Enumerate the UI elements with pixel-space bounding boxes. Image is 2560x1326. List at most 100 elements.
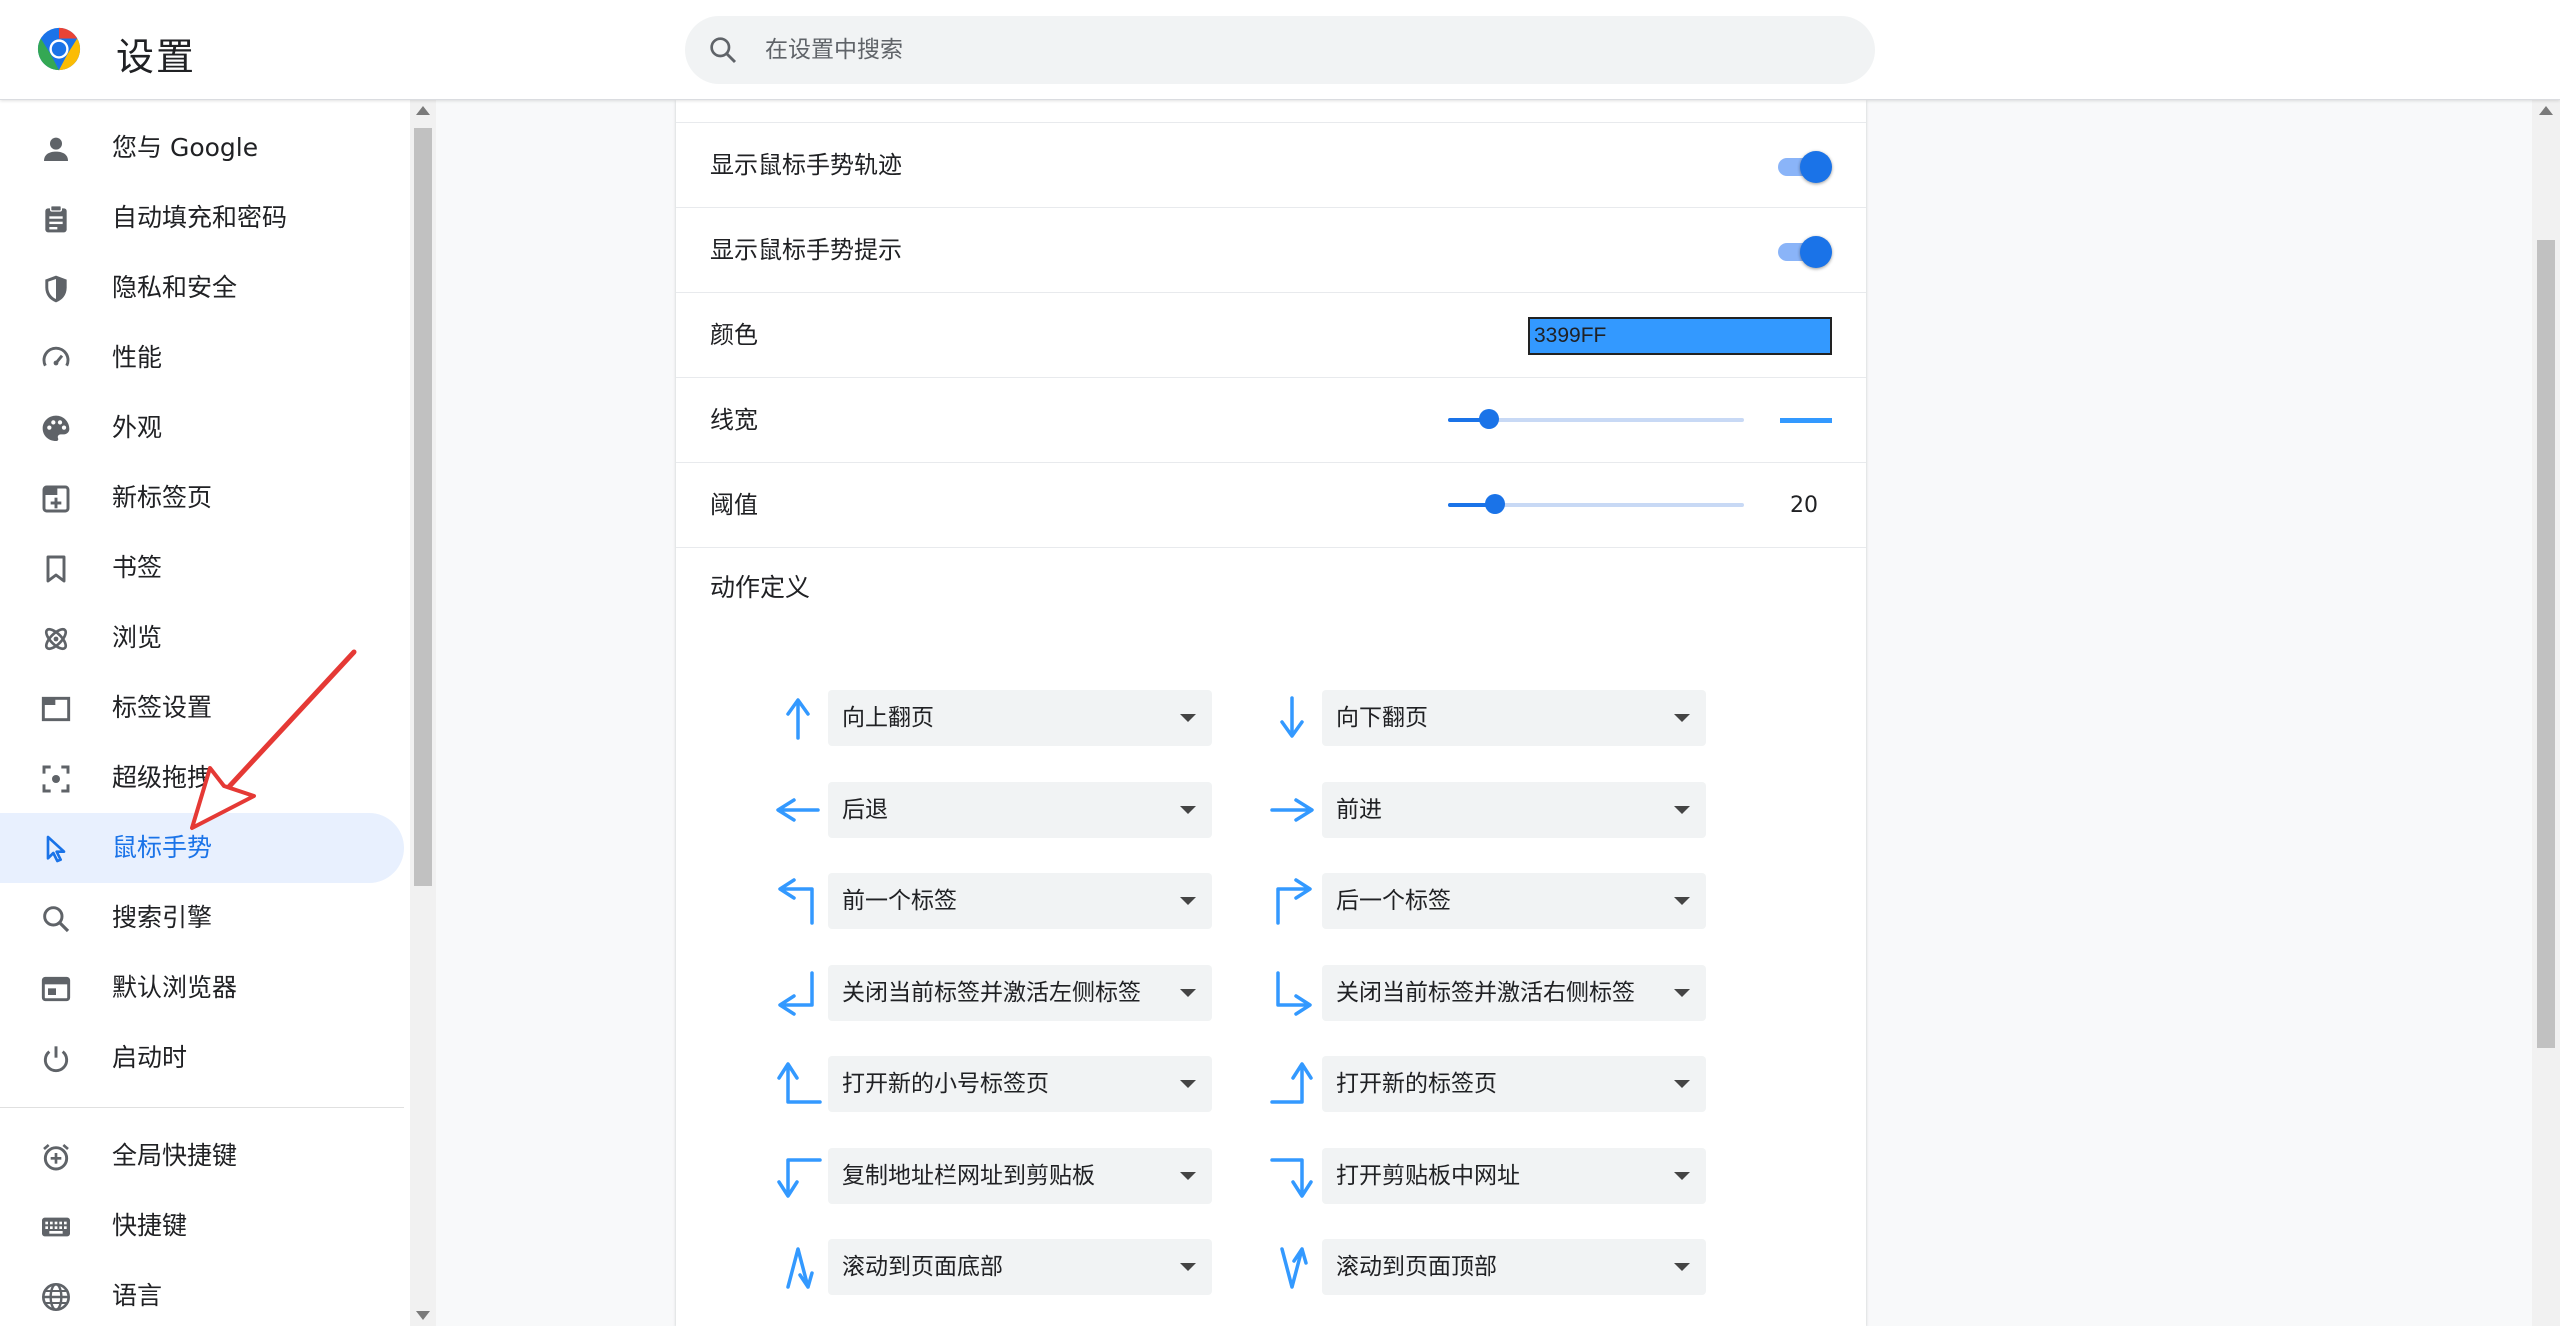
- show-hint-toggle[interactable]: [1778, 236, 1832, 268]
- sidebar-scrollbar[interactable]: [410, 100, 436, 1326]
- gesture-row: 后一个标签: [1266, 873, 1706, 929]
- show-trail-toggle[interactable]: [1778, 151, 1832, 183]
- person-icon: [44, 137, 68, 161]
- gesture-action-label: 向上翻页: [842, 705, 934, 731]
- sidebar-item-autofill[interactable]: 自动填充和密码: [0, 183, 404, 253]
- gesture-action-label: 打开新的小号标签页: [842, 1071, 1049, 1097]
- search-input[interactable]: [765, 16, 1845, 84]
- search-icon: [43, 906, 70, 933]
- sidebar-item-languages[interactable]: 语言: [0, 1261, 404, 1326]
- search-icon: [710, 37, 737, 64]
- slider-knob[interactable]: [1479, 409, 1500, 429]
- chevron-down-icon: [1674, 1263, 1690, 1271]
- sidebar-item-default-browser[interactable]: 默认浏览器: [0, 953, 404, 1023]
- threshold-slider[interactable]: [1448, 494, 1744, 514]
- scroll-up-arrow-icon[interactable]: [416, 106, 430, 115]
- gesture-action-select[interactable]: 打开新的标签页: [1322, 1056, 1706, 1112]
- gesture-action-select[interactable]: 关闭当前标签并激活右侧标签: [1322, 964, 1706, 1021]
- sidebar-item-search-engine[interactable]: 搜索引擎: [0, 883, 404, 953]
- bookmark-icon: [46, 555, 66, 583]
- gesture-row: 打开剪贴板中网址: [1266, 1147, 1706, 1204]
- gesture-action-label: 后一个标签: [1336, 888, 1451, 914]
- chevron-down-icon: [1674, 714, 1690, 722]
- color-label: 颜色: [710, 321, 758, 349]
- page-scrollbar[interactable]: [2532, 100, 2560, 1326]
- sidebar-item-privacy[interactable]: 隐私和安全: [0, 253, 404, 323]
- row-divider: [676, 547, 1866, 548]
- gesture-action-label: 关闭当前标签并激活右侧标签: [1336, 979, 1635, 1006]
- sidebar-scrollbar-thumb[interactable]: [414, 128, 432, 886]
- gesture-action-select[interactable]: 向下翻页: [1322, 690, 1706, 746]
- sidebar-item-label: 搜索引擎: [112, 903, 213, 932]
- mouse-gesture-settings-card: 显示鼠标手势轨迹 显示鼠标手势提示 颜色 3399FF 线宽 阈值 20 动作定…: [676, 100, 1866, 1326]
- alarm-icon: [43, 1143, 69, 1171]
- gesture-action-select[interactable]: 复制地址栏网址到剪贴板: [828, 1147, 1212, 1204]
- right-down-corner-arrow-icon: [777, 1157, 822, 1198]
- gesture-row: 复制地址栏网址到剪贴板: [772, 1147, 1212, 1204]
- gesture-action-select[interactable]: 打开新的小号标签页: [828, 1056, 1212, 1112]
- gesture-row: 打开新的小号标签页: [772, 1056, 1212, 1112]
- gesture-row: 后退: [772, 781, 1212, 838]
- sidebar-item-label: 隐私和安全: [112, 273, 238, 302]
- show-hint-label: 显示鼠标手势提示: [710, 236, 902, 264]
- page-title: 设置: [116, 35, 197, 79]
- red-annotation-arrow-icon: [190, 649, 357, 830]
- clipboard-icon: [45, 205, 67, 233]
- gesture-action-select[interactable]: 后一个标签: [1322, 873, 1706, 929]
- up-left-corner-arrow-icon: [778, 878, 814, 925]
- sidebar-item-you-and-google[interactable]: 您与 Google: [0, 113, 404, 183]
- show-hint-row: 显示鼠标手势提示: [676, 207, 1866, 292]
- actions-section-title: 动作定义: [710, 573, 811, 602]
- scroll-down-arrow-icon[interactable]: [416, 1311, 430, 1320]
- left-up-corner-arrow-icon: [777, 1062, 822, 1104]
- gesture-row: 前进: [1266, 781, 1706, 838]
- color-input[interactable]: 3399FF: [1528, 317, 1832, 355]
- gesture-action-label: 复制地址栏网址到剪贴板: [842, 1162, 1095, 1189]
- sidebar-item-shortcuts[interactable]: 快捷键: [0, 1191, 404, 1261]
- cursor-icon: [46, 835, 66, 863]
- sidebar-item-new-tab[interactable]: 新标签页: [0, 463, 404, 533]
- toggle-knob: [1800, 151, 1832, 183]
- scroll-up-arrow-icon[interactable]: [2539, 106, 2553, 115]
- line-width-row: 线宽: [676, 377, 1866, 462]
- chevron-down-icon: [1180, 1263, 1196, 1271]
- search-bar[interactable]: [685, 16, 1875, 84]
- gesture-action-select[interactable]: 滚动到页面顶部: [1322, 1239, 1706, 1295]
- sidebar-item-appearance[interactable]: 外观: [0, 393, 404, 463]
- browser-logo-icon: [37, 27, 81, 71]
- chevron-down-icon: [1180, 805, 1196, 814]
- left-arrow-icon: [776, 797, 820, 822]
- page-scrollbar-thumb[interactable]: [2537, 240, 2555, 1048]
- slider-knob[interactable]: [1485, 494, 1506, 514]
- line-width-slider[interactable]: [1448, 409, 1744, 429]
- gesture-action-select[interactable]: 向上翻页: [828, 690, 1212, 746]
- sidebar-item-label: 浏览: [112, 623, 163, 652]
- sidebar-item-bookmarks[interactable]: 书签: [0, 533, 404, 603]
- down-right-corner-arrow-icon: [1276, 970, 1312, 1016]
- up-arrow-icon: [786, 698, 810, 740]
- gesture-action-label: 滚动到页面顶部: [1336, 1254, 1497, 1280]
- gesture-action-select[interactable]: 前一个标签: [828, 873, 1212, 929]
- gesture-row: 打开新的标签页: [1266, 1056, 1706, 1112]
- sidebar-item-label: 您与 Google: [112, 133, 259, 162]
- right-up-corner-arrow-icon: [1270, 1062, 1313, 1104]
- sidebar-item-performance[interactable]: 性能: [0, 323, 404, 393]
- gesture-action-select[interactable]: 后退: [828, 781, 1212, 838]
- sidebar-item-label: 默认浏览器: [112, 973, 238, 1002]
- gesture-action-select[interactable]: 关闭当前标签并激活左侧标签: [828, 964, 1212, 1021]
- speedometer-icon: [42, 346, 70, 367]
- line-width-label: 线宽: [710, 406, 758, 434]
- gesture-action-select[interactable]: 前进: [1322, 781, 1706, 838]
- sidebar-item-global-shortcuts[interactable]: 全局快捷键: [0, 1121, 404, 1191]
- gesture-action-select[interactable]: 滚动到页面底部: [828, 1239, 1212, 1295]
- sidebar-item-on-startup[interactable]: 启动时: [0, 1023, 404, 1093]
- gesture-action-select[interactable]: 打开剪贴板中网址: [1322, 1147, 1706, 1204]
- gesture-row: 滚动到页面顶部: [1266, 1239, 1706, 1295]
- globe-icon: [42, 1283, 70, 1311]
- tab-window-icon: [41, 696, 71, 722]
- gesture-row: 前一个标签: [772, 873, 1212, 929]
- chevron-down-icon: [1674, 988, 1690, 997]
- gesture-row: 滚动到页面底部: [772, 1239, 1212, 1295]
- line-width-preview: [1780, 418, 1832, 423]
- down-arrow-icon: [1280, 696, 1304, 738]
